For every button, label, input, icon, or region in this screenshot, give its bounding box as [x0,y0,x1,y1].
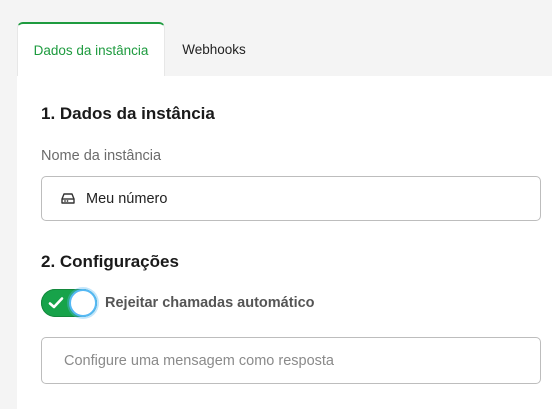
toggle-knob [69,289,97,317]
section-title-configuracoes: 2. Configurações [41,252,179,271]
section-title-dados: 1. Dados da instância [41,104,215,123]
instance-name-label: Nome da instância [41,148,162,164]
tab-panel: 1. Dados da instância Nome da instância … [17,76,552,409]
hard-drive-icon [61,193,75,205]
auto-reply-message-field[interactable] [41,337,541,384]
reject-calls-label: Rejeitar chamadas automático [105,295,315,311]
instance-name-field[interactable]: Meu número [41,176,541,221]
tab-dados-da-instancia[interactable]: Dados da instância [17,22,165,76]
reject-calls-toggle[interactable] [41,289,97,317]
tabs-bar: Dados da instância Webhooks [17,22,263,76]
instance-name-value: Meu número [86,190,168,207]
auto-reply-message-input[interactable] [62,351,526,370]
tab-webhooks[interactable]: Webhooks [165,22,263,76]
reject-calls-row: Rejeitar chamadas automático [41,288,315,318]
check-icon [48,295,64,316]
